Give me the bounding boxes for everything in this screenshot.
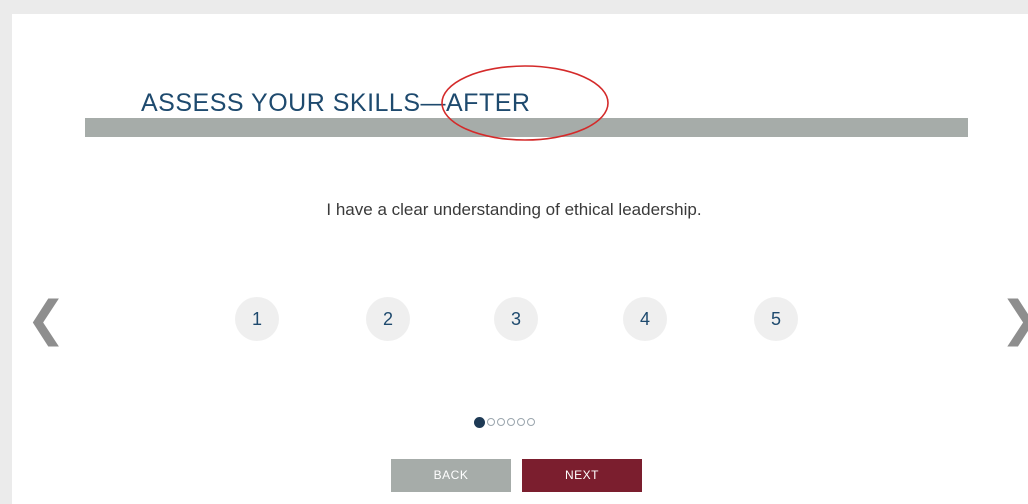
back-button[interactable]: BACK bbox=[391, 459, 511, 492]
pagination-dot-5[interactable] bbox=[517, 418, 525, 426]
rating-option-4[interactable]: 4 bbox=[623, 297, 667, 341]
pagination-dot-4[interactable] bbox=[507, 418, 515, 426]
annotation-ellipse bbox=[441, 65, 609, 141]
chevron-left-icon[interactable]: ❮ bbox=[26, 292, 66, 346]
pagination-dots bbox=[474, 416, 535, 428]
pagination-dot-1[interactable] bbox=[474, 416, 485, 428]
rating-option-5[interactable]: 5 bbox=[754, 297, 798, 341]
next-button[interactable]: NEXT bbox=[522, 459, 642, 492]
pagination-dot-3[interactable] bbox=[497, 418, 505, 426]
rating-option-1[interactable]: 1 bbox=[235, 297, 279, 341]
rating-option-2[interactable]: 2 bbox=[366, 297, 410, 341]
pagination-dot-2[interactable] bbox=[487, 418, 495, 426]
pagination-dot-6[interactable] bbox=[527, 418, 535, 426]
rating-option-3[interactable]: 3 bbox=[494, 297, 538, 341]
chevron-right-icon[interactable]: ❯ bbox=[1000, 292, 1028, 346]
question-text: I have a clear understanding of ethical … bbox=[326, 200, 702, 219]
